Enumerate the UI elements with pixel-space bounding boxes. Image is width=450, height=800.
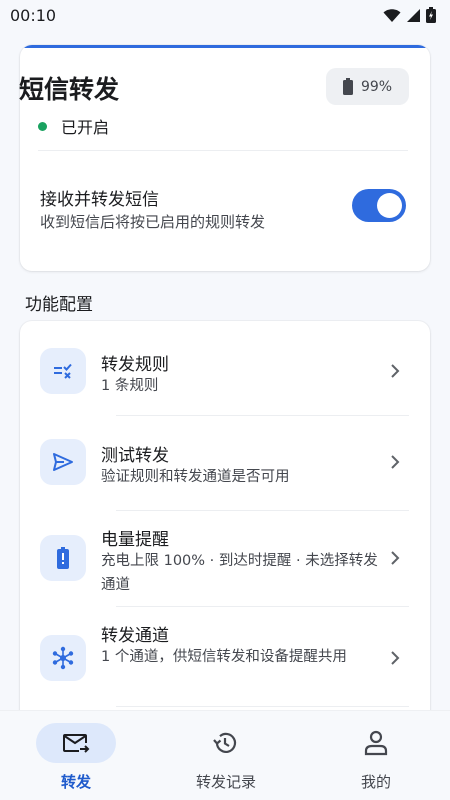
nav-label: 我的 — [360, 773, 391, 791]
section-title: 功能配置 — [25, 295, 93, 315]
feature-row-rules[interactable]: 转发规则 1 条规则 — [20, 321, 430, 416]
send-icon — [40, 439, 86, 485]
toggle-knob — [377, 193, 402, 218]
status-dot-icon — [38, 121, 47, 131]
network-hub-icon — [40, 635, 86, 681]
row-divider — [116, 706, 409, 707]
feature-row-channels[interactable]: 转发通道 1 个通道，供短信转发和设备提醒共用 — [20, 607, 430, 707]
feature-subtitle: 1 个通道，供短信转发和设备提醒共用 — [101, 649, 347, 665]
chevron-right-icon — [391, 651, 400, 665]
feature-subtitle: 充电上限 100% · 到达时提醒 · 未选择转发通道 — [101, 553, 378, 593]
cellular-signal-icon — [407, 8, 420, 22]
person-icon — [364, 730, 388, 756]
wifi-icon — [383, 8, 401, 22]
status-bar: 00:10 — [0, 0, 450, 30]
rules-icon — [40, 348, 86, 394]
nav-item-forward[interactable]: 转发 — [0, 711, 150, 800]
feature-row-test[interactable]: 测试转发 验证规则和转发通道是否可用 — [20, 416, 430, 511]
feature-subtitle: 1 条规则 — [101, 378, 159, 394]
feature-list-card: 转发规则 1 条规则 测试转发 验证规则和转发通道是否可用 电量提醒 充电上限 … — [20, 321, 430, 741]
status-time: 00:10 — [10, 5, 57, 25]
battery-icon — [342, 78, 353, 95]
feature-title: 转发通道 — [101, 626, 169, 646]
battery-percent: 99% — [360, 78, 393, 95]
chevron-right-icon — [391, 551, 400, 565]
divider — [38, 150, 408, 151]
toggle-title: 接收并转发短信 — [40, 190, 159, 210]
nav-label: 转发 — [60, 773, 91, 791]
chevron-right-icon — [391, 364, 400, 378]
feature-title: 转发规则 — [101, 355, 169, 375]
status-icons — [383, 7, 436, 23]
toggle-subtitle: 收到短信后将按已启用的规则转发 — [40, 213, 266, 231]
battery-alert-icon — [40, 535, 86, 581]
nav-item-profile[interactable]: 我的 — [300, 711, 450, 800]
nav-indicator — [185, 723, 265, 763]
nav-label: 转发记录 — [195, 773, 256, 791]
nav-item-history[interactable]: 转发记录 — [150, 711, 300, 800]
forward-sms-toggle[interactable] — [352, 189, 406, 222]
history-icon — [213, 732, 237, 753]
nav-indicator — [336, 723, 416, 763]
bottom-navigation: 转发 转发记录 我的 — [0, 710, 450, 800]
status-text: 已开启 — [61, 118, 110, 137]
feature-title: 测试转发 — [101, 446, 169, 466]
page-title: 短信转发 — [19, 75, 120, 104]
service-status: 已开启 — [38, 114, 109, 138]
feature-subtitle: 验证规则和转发通道是否可用 — [101, 469, 290, 485]
feature-row-battery-alert[interactable]: 电量提醒 充电上限 100% · 到达时提醒 · 未选择转发通道 — [20, 511, 430, 607]
feature-title: 电量提醒 — [101, 530, 169, 550]
nav-indicator — [36, 723, 116, 763]
battery-charging-icon — [426, 7, 436, 23]
chevron-right-icon — [391, 455, 400, 469]
battery-chip: 99% — [326, 68, 409, 105]
forward-mail-icon — [63, 734, 90, 753]
